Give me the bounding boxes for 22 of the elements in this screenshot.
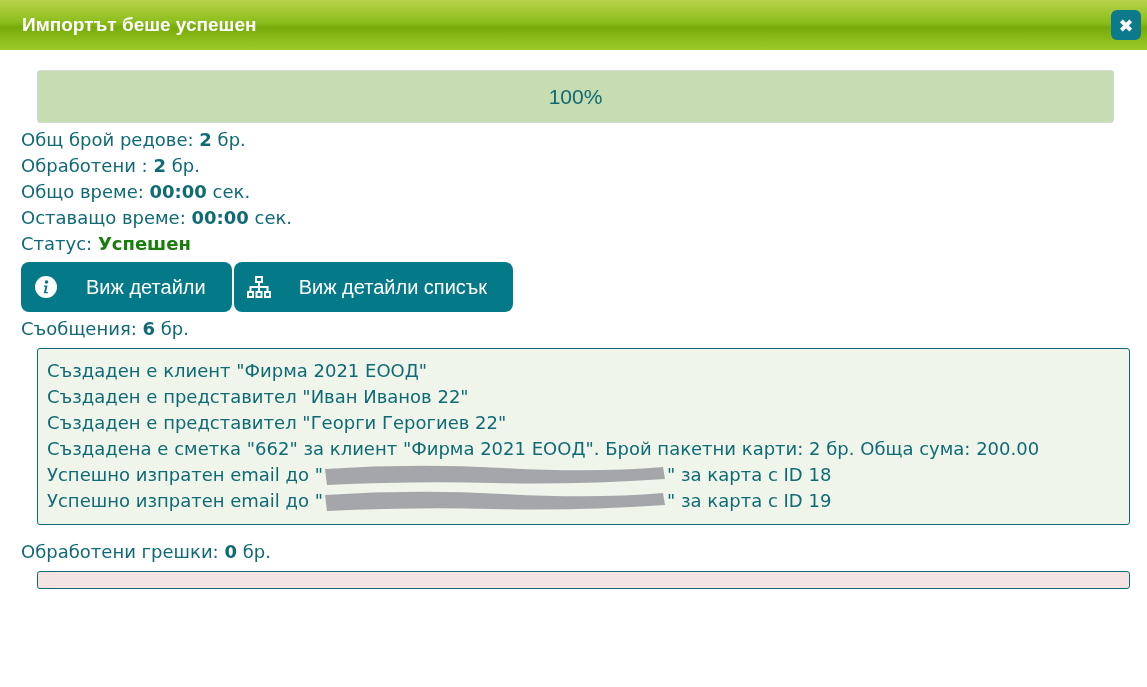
- info-icon: [34, 275, 58, 299]
- message-line: Създаден е клиент "Фирма 2021 ЕООД": [47, 359, 429, 383]
- errors-count: Обработени грешки: 0 бр.: [21, 540, 272, 564]
- message-text: " за карта с ID 19: [667, 489, 832, 513]
- message-text: Успешно изпратен email до ": [47, 489, 324, 513]
- stat-line: Оставащо време: 00:00 сек.: [21, 206, 294, 230]
- status-line: Статус: Успешен: [21, 232, 192, 256]
- stat-line: Обработени : 2 бр.: [21, 154, 201, 178]
- details-button[interactable]: Виж детайли: [21, 262, 232, 312]
- details-button[interactable]: Виж детайли списък: [233, 262, 514, 312]
- message-text: " за карта с ID 18: [667, 463, 832, 487]
- message-line: Създаден е представител "Иван Иванов 22": [47, 385, 470, 409]
- messages-count: Съобщения: 6 бр.: [21, 317, 191, 341]
- window-title: Импортът беше успешен: [22, 12, 257, 37]
- message-line: Създадена е сметка "662" за клиент "Фирма 2021 ЕООД". Брой пакетни карти: 2 бр. Обща сума: 200.00: [47, 437, 1041, 461]
- progress-reading: 100%: [548, 83, 603, 110]
- close-button[interactable]: ✖: [1111, 10, 1141, 40]
- hierarchy-icon: [246, 275, 271, 299]
- message-text: Успешно изпратен email до ": [47, 463, 324, 487]
- message-line: Създаден е представител "Георги Герогиев 22": [47, 411, 508, 435]
- stat-line: Общо време: 00:00 сек.: [21, 180, 252, 204]
- stat-line: Общ брой редове: 2 бр.: [21, 128, 247, 152]
